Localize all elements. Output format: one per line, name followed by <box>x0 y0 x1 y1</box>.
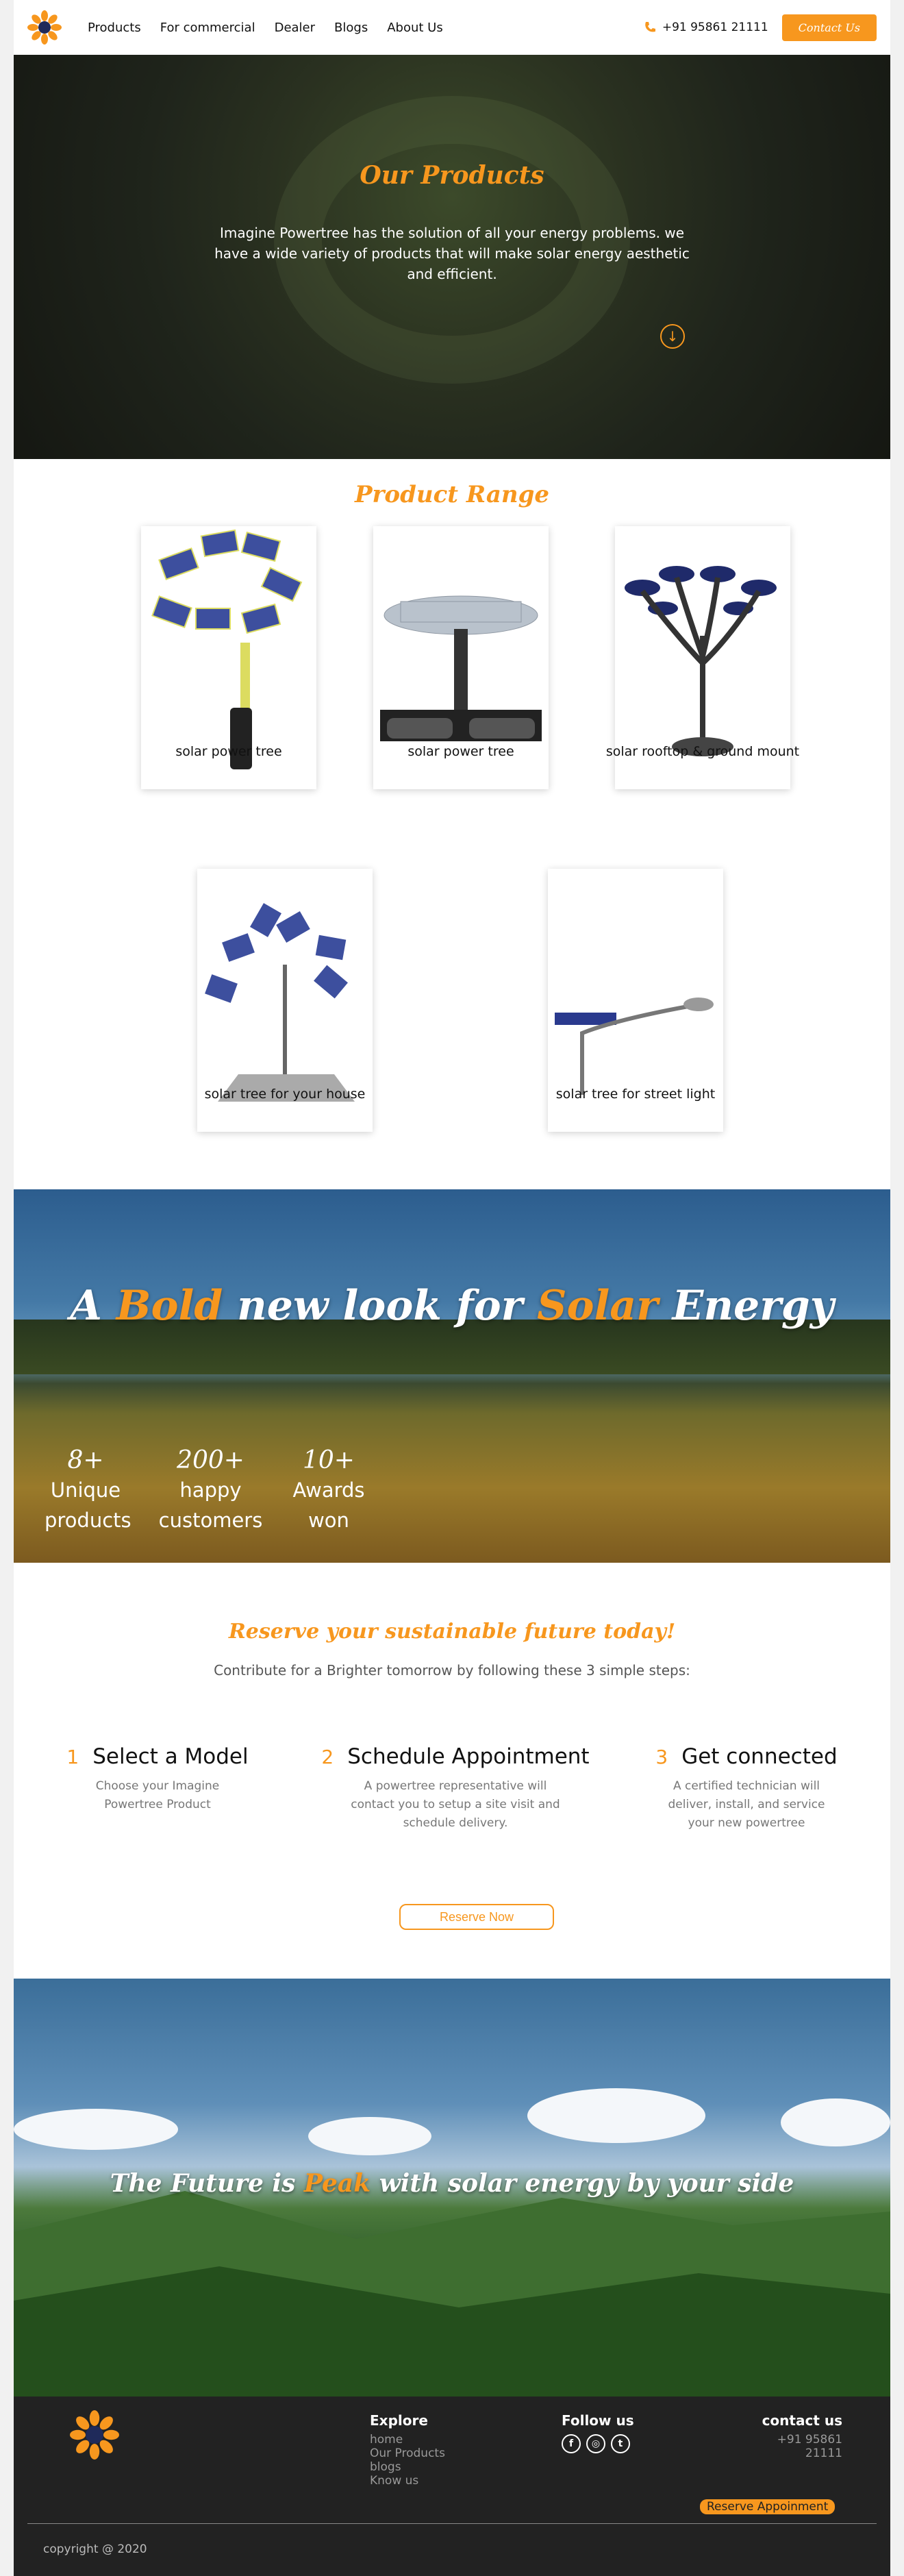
footer-explore: Explore home Our Products blogs Know us <box>370 2412 445 2488</box>
footer-link-know-us[interactable]: Know us <box>370 2474 445 2488</box>
page: Products For commercial Dealer Blogs Abo… <box>14 0 890 2576</box>
step-title: Select a Model <box>92 1744 249 1769</box>
footer: Explore home Our Products blogs Know us … <box>14 2397 890 2576</box>
twitter-icon[interactable]: t <box>611 2434 630 2453</box>
step-get-connected: 3 Get connected A certified technician wi… <box>644 1744 849 1833</box>
bold-title-highlight: Bold <box>116 1282 223 1330</box>
instagram-icon[interactable]: ◎ <box>586 2434 605 2453</box>
product-label-5: solar tree for street light <box>555 1087 716 1102</box>
facebook-icon[interactable]: f <box>562 2434 581 2453</box>
reserve-now-button[interactable]: Reserve Now <box>399 1904 554 1930</box>
sunflower-logo[interactable] <box>27 10 62 45</box>
footer-follow-title: Follow us <box>562 2412 634 2429</box>
stat-label: Awards won <box>292 1478 365 1532</box>
bold-title-part: new look for <box>223 1282 538 1330</box>
nav-links: Products For commercial Dealer Blogs Abo… <box>88 21 443 35</box>
product-range-title: Product Range <box>354 481 550 508</box>
future-banner-title: The Future is Peak with solar energy by … <box>14 2169 890 2198</box>
footer-link-home[interactable]: home <box>370 2433 445 2447</box>
step-description: A powertree representative will contact … <box>351 1779 560 1830</box>
nav-for-commercial[interactable]: For commercial <box>160 21 255 35</box>
step-number: 2 <box>321 1746 334 1768</box>
footer-contact: contact us +91 95861 21111 <box>760 2412 842 2460</box>
footer-sunflower-logo[interactable] <box>70 2410 119 2460</box>
nav-right: +91 95861 21111 Contact Us <box>643 14 877 41</box>
reserve-section: Reserve your sustainable future today! C… <box>14 1563 890 1979</box>
footer-follow: Follow us f ◎ t <box>562 2412 634 2453</box>
nav-phone-number: +91 95861 21111 <box>662 21 768 34</box>
stat-label: happy customers <box>158 1478 263 1532</box>
stat-products: 8+ Unique products <box>45 1446 131 1535</box>
stat-value: 10+ <box>303 1446 355 1474</box>
stat-value: 8+ <box>67 1446 104 1474</box>
hero-section: Our Products Imagine Powertree has the s… <box>14 55 890 459</box>
hero-title: Our Products <box>360 161 544 190</box>
nav-about-us[interactable]: About Us <box>387 21 443 35</box>
scroll-down-icon[interactable]: ↓ <box>660 324 685 349</box>
future-title-highlight: Peak <box>303 2169 371 2198</box>
product-label-3: solar rooftop & ground mount <box>605 744 800 759</box>
step-number: 3 <box>655 1746 668 1768</box>
footer-link-blogs[interactable]: blogs <box>370 2460 445 2474</box>
step-title: Schedule Appointment <box>347 1744 590 1769</box>
nav-blogs[interactable]: Blogs <box>334 21 368 35</box>
step-select-model: 1 Select a Model Choose your Imagine Powe… <box>55 1744 260 1814</box>
bold-banner-title: A Bold new look for Solar Energy <box>14 1282 890 1330</box>
phone-icon <box>645 22 655 32</box>
step-number: 1 <box>66 1746 79 1768</box>
stat-value: 200+ <box>177 1446 244 1474</box>
footer-reserve-button[interactable]: Reserve Appoinment <box>700 2499 836 2514</box>
bold-banner-section: A Bold new look for Solar Energy 8+ Uniq… <box>14 1189 890 1563</box>
product-label-2: solar power tree <box>407 744 514 759</box>
reserve-subtitle: Contribute for a Brighter tomorrow by fo… <box>214 1662 690 1679</box>
step-description: A certified technician will deliver, ins… <box>668 1779 825 1830</box>
reserve-title: Reserve your sustainable future today! <box>228 1620 676 1644</box>
nav-dealer[interactable]: Dealer <box>275 21 315 35</box>
stat-label: Unique products <box>45 1478 131 1532</box>
copyright-text: copyright @ 2020 <box>43 2542 147 2556</box>
nav-phone[interactable]: +91 95861 21111 <box>643 21 768 34</box>
top-nav: Products For commercial Dealer Blogs Abo… <box>14 0 890 55</box>
stat-customers: 200+ happy customers <box>154 1446 267 1535</box>
clouds-decoration <box>14 2088 890 2155</box>
footer-divider <box>27 2523 877 2524</box>
footer-contact-title: contact us <box>762 2412 842 2429</box>
nav-products[interactable]: Products <box>88 21 141 35</box>
footer-explore-title: Explore <box>370 2412 428 2429</box>
bold-title-part: A <box>70 1282 116 1330</box>
bold-title-highlight: Solar <box>537 1282 658 1330</box>
hero-description: Imagine Powertree has the solution of al… <box>214 225 690 282</box>
future-title-part: with solar energy by your side <box>371 2169 794 2198</box>
footer-phone[interactable]: +91 95861 21111 <box>760 2433 842 2460</box>
footer-link-products[interactable]: Our Products <box>370 2447 445 2460</box>
step-schedule-appointment: 2 Schedule Appointment A powertree repres… <box>308 1744 603 1833</box>
contact-us-button[interactable]: Contact Us <box>781 14 877 41</box>
bold-title-part: Energy <box>657 1282 834 1330</box>
product-range-section: Product Range solar power tree solar pow… <box>14 459 890 1189</box>
step-description: Choose your Imagine Powertree Product <box>95 1779 220 1811</box>
product-label-4: solar tree for your house <box>204 1087 366 1102</box>
future-title-part: The Future is <box>110 2169 304 2198</box>
step-title: Get connected <box>681 1744 838 1769</box>
stat-awards: 10+ Awards won <box>284 1446 373 1535</box>
product-label-1: solar power tree <box>175 744 282 759</box>
future-banner-section: The Future is Peak with solar energy by … <box>14 1979 890 2397</box>
